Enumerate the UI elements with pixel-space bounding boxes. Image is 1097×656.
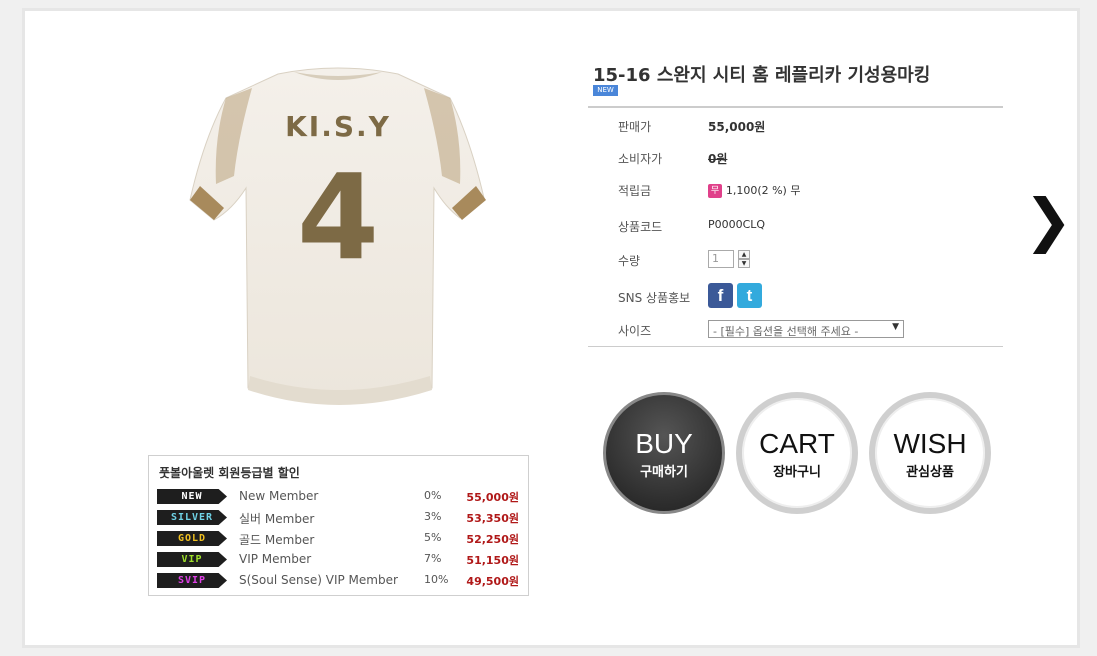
consumer-price-value: 0원	[708, 152, 728, 166]
chevron-right-icon[interactable]: ❯	[1024, 190, 1073, 250]
wish-button-sublabel: 관심상품	[906, 465, 954, 480]
chevron-down-icon: ▼	[892, 322, 899, 332]
sns-row: SNS 상품홍보 f t	[618, 283, 918, 308]
sale-price-label: 판매가	[618, 120, 652, 134]
size-select[interactable]: - [필수] 옵션을 선택해 주세요 - ▼	[708, 320, 904, 338]
jersey-number: 4	[297, 148, 379, 286]
points-value: 1,100(2 %) 무	[725, 184, 801, 197]
points-value-wrap: 무 1,100(2 %) 무	[708, 182, 800, 198]
discount-tier-gold: GOLD 골드 Member 5% 52,250원	[149, 530, 529, 548]
wish-button[interactable]: WISH 관심상품	[869, 392, 991, 514]
jersey-name: KI.S.Y	[285, 110, 391, 143]
discount-tier-vip: VIP VIP Member 7% 51,150원	[149, 551, 529, 569]
new-badge: NEW	[593, 85, 618, 96]
tier-price: 49,500원	[466, 575, 519, 588]
tier-percent: 5%	[424, 531, 442, 544]
product-title: 15-16 스완지 시티 홈 레플리카 기성용마킹	[593, 65, 931, 86]
wish-button-label: WISH	[893, 428, 967, 459]
tier-price: 53,350원	[466, 512, 519, 525]
consumer-price-label: 소비자가	[618, 152, 663, 166]
product-image[interactable]: KI.S.Y 4	[168, 58, 508, 438]
tier-badge: GOLD	[157, 531, 227, 546]
divider	[588, 106, 1003, 108]
points-label: 적립금	[618, 184, 652, 198]
tier-name: S(Soul Sense) VIP Member	[239, 573, 398, 587]
tier-percent: 3%	[424, 510, 442, 523]
tier-percent: 7%	[424, 552, 442, 565]
jersey-image: KI.S.Y 4	[189, 67, 486, 405]
tier-percent: 10%	[424, 573, 449, 586]
product-code-value: P0000CLQ	[708, 218, 766, 231]
tier-price: 52,250원	[466, 533, 519, 546]
discount-tier-svip: SVIP S(Soul Sense) VIP Member 10% 49,500…	[149, 572, 529, 590]
cart-button-label: CART	[759, 428, 835, 459]
tier-badge: NEW	[157, 489, 227, 504]
quantity-up-icon[interactable]: ▲	[738, 250, 750, 259]
tier-percent: 0%	[424, 489, 442, 502]
tier-badge: SVIP	[157, 573, 227, 588]
size-select-text: - [필수] 옵션을 선택해 주세요 -	[713, 325, 859, 338]
tier-price: 55,000원	[466, 491, 519, 504]
quantity-input[interactable]: 1	[708, 250, 734, 268]
size-row: 사이즈 - [필수] 옵션을 선택해 주세요 - ▼	[618, 320, 918, 340]
discount-tier-new: NEW New Member 0% 55,000원	[149, 488, 529, 506]
mu-badge-icon: 무	[708, 183, 722, 198]
sale-price-value: 55,000원	[708, 120, 766, 134]
tier-badge: SILVER	[157, 510, 227, 525]
facebook-icon[interactable]: f	[708, 283, 733, 308]
discount-title: 풋볼아울렛 회원등급별 할인	[159, 466, 300, 480]
tier-name: VIP Member	[239, 552, 312, 566]
quantity-label: 수량	[618, 254, 641, 268]
product-code-label: 상품코드	[618, 220, 663, 234]
buy-button-label: BUY	[635, 428, 693, 459]
tier-name: New Member	[239, 489, 319, 503]
tier-name: 실버 Member	[239, 512, 315, 526]
tier-badge: VIP	[157, 552, 227, 567]
member-discount-box: 풋볼아울렛 회원등급별 할인 NEW New Member 0% 55,000원…	[148, 455, 529, 596]
twitter-icon[interactable]: t	[737, 283, 762, 308]
tier-name: 골드 Member	[239, 533, 315, 547]
quantity-stepper: ▲ ▼	[738, 250, 750, 268]
buy-button-sublabel: 구매하기	[640, 465, 688, 480]
quantity-down-icon[interactable]: ▼	[738, 259, 750, 268]
discount-tier-silver: SILVER 실버 Member 3% 53,350원	[149, 509, 529, 527]
cart-button-sublabel: 장바구니	[773, 465, 821, 480]
sns-label: SNS 상품홍보	[618, 291, 691, 305]
quantity-row: 수량 1 ▲ ▼	[618, 250, 918, 270]
cart-button[interactable]: CART 장바구니	[736, 392, 858, 514]
buy-button[interactable]: BUY 구매하기	[603, 392, 725, 514]
divider	[588, 346, 1003, 347]
size-label: 사이즈	[618, 324, 652, 338]
tier-price: 51,150원	[466, 554, 519, 567]
